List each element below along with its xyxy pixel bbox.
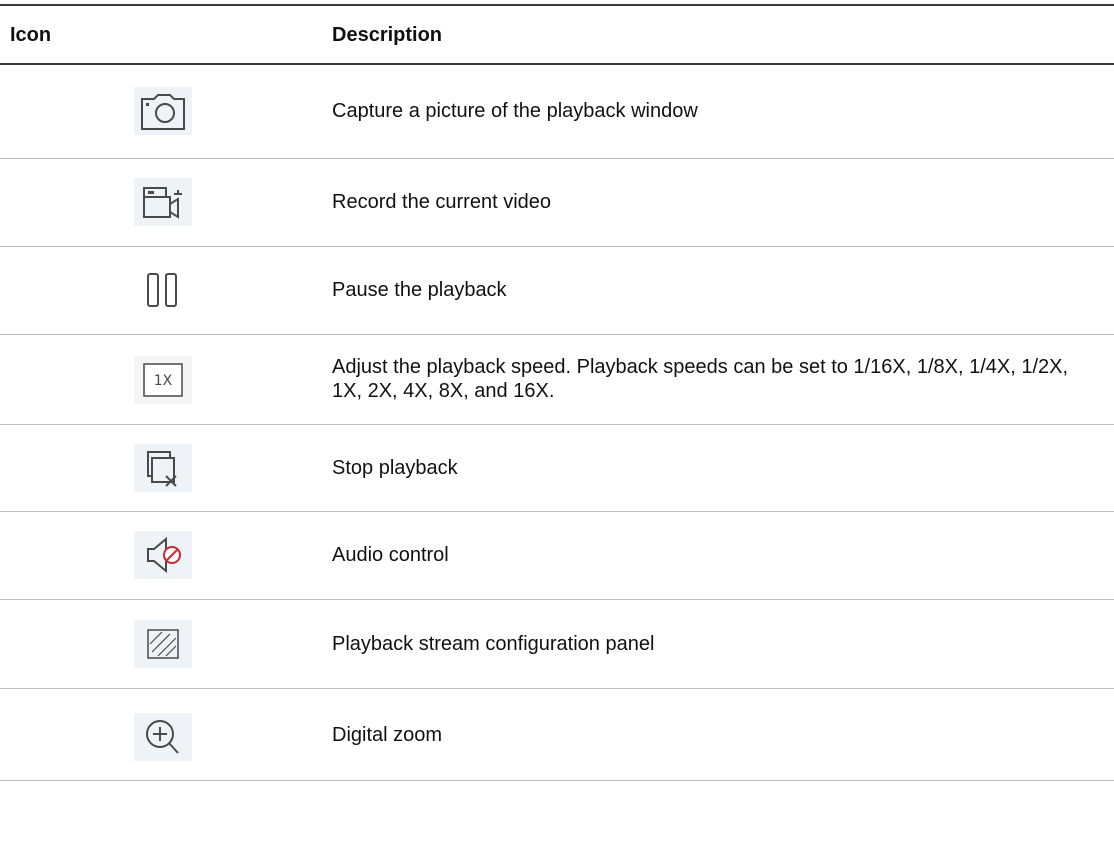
stream-config-icon: [134, 620, 192, 668]
row-description: Audio control: [332, 544, 449, 566]
row-description: Playback stream configuration panel: [332, 633, 655, 655]
camera-icon: [134, 87, 192, 135]
row-description: Pause the playback: [332, 279, 507, 301]
table-row: Stop playback: [0, 425, 1114, 512]
table-row: Audio control: [0, 512, 1114, 600]
row-description: Digital zoom: [332, 724, 443, 746]
audio-muted-icon: [134, 531, 192, 579]
table-row: Record the current video: [0, 159, 1114, 247]
speed-1x-label: 1X: [154, 373, 173, 389]
row-description: Record the current video: [332, 191, 552, 213]
table-row: Capture a picture of the playback window: [0, 65, 1114, 159]
row-description: Adjust the playback speed. Playback spee…: [332, 356, 1069, 402]
digital-zoom-icon: [134, 713, 192, 761]
table-header-row: Icon Description: [0, 6, 1114, 64]
pause-icon: [134, 266, 192, 314]
table-row: Digital zoom: [0, 689, 1114, 781]
table-row: Pause the playback: [0, 247, 1114, 335]
table-row: 1X Adjust the playback speed. Playback s…: [0, 335, 1114, 425]
stop-playback-icon: [134, 444, 192, 492]
header-icon-column: Icon: [10, 24, 52, 46]
row-description: Stop playback: [332, 457, 458, 479]
row-description: Capture a picture of the playback window: [332, 100, 698, 122]
header-description-column: Description: [332, 24, 443, 46]
speed-1x-icon: 1X: [134, 356, 192, 404]
record-video-icon: [134, 178, 192, 226]
table-row: Playback stream configuration panel: [0, 600, 1114, 689]
